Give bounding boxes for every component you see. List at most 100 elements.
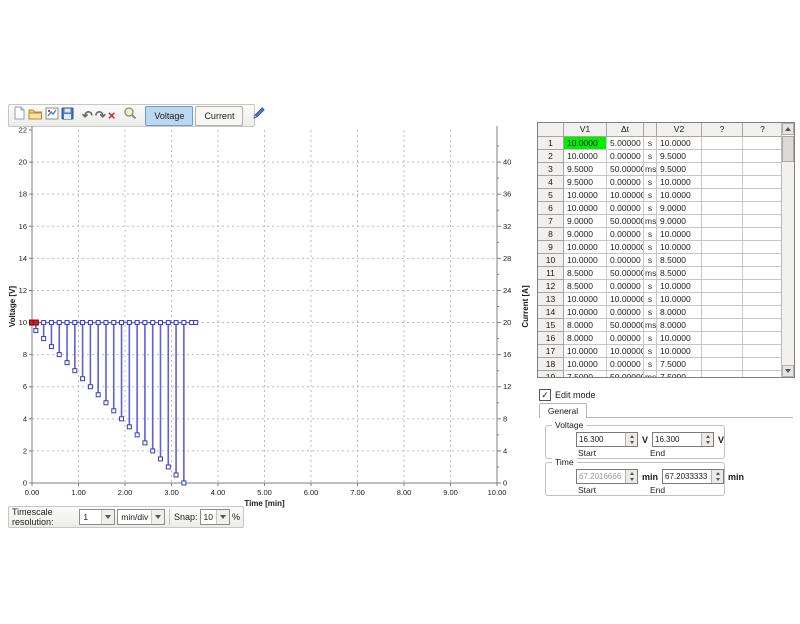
table-cell[interactable] [702, 332, 743, 345]
row-number[interactable]: 11 [538, 267, 564, 280]
spinner-arrows[interactable] [625, 433, 637, 446]
row-number[interactable]: 10 [538, 254, 564, 267]
table-cell[interactable]: 50.00000 [607, 215, 644, 228]
table-cell[interactable]: 10.0000 [657, 189, 702, 202]
table-cell[interactable]: 8.0000 [564, 319, 607, 332]
row-number[interactable]: 2 [538, 150, 564, 163]
table-cell[interactable]: 50.00000 [607, 371, 644, 378]
table-cell[interactable] [702, 202, 743, 215]
table-cell[interactable] [743, 215, 783, 228]
table-cell[interactable] [702, 176, 743, 189]
spinner-arrows[interactable] [711, 470, 723, 483]
table-cell[interactable]: 9.5000 [657, 163, 702, 176]
table-cell[interactable] [702, 254, 743, 267]
table-cell[interactable]: 0.00000 [607, 202, 644, 215]
table-cell[interactable]: s [644, 202, 657, 215]
table-cell[interactable] [702, 137, 743, 150]
table-cell[interactable]: 10.0000 [564, 358, 607, 371]
table-cell[interactable]: 10.0000 [564, 189, 607, 202]
scrollbar-thumb[interactable] [782, 136, 794, 162]
table-cell[interactable]: 10.0000 [657, 228, 702, 241]
table-cell[interactable] [743, 280, 783, 293]
row-number[interactable]: 19 [538, 371, 564, 378]
table-cell[interactable]: s [644, 306, 657, 319]
table-cell[interactable]: ms [644, 267, 657, 280]
table-cell[interactable]: 9.0000 [657, 202, 702, 215]
row-number[interactable]: 7 [538, 215, 564, 228]
table-cell[interactable]: 8.0000 [657, 319, 702, 332]
table-cell[interactable]: s [644, 345, 657, 358]
table-cell[interactable]: s [644, 280, 657, 293]
voltage-waveform-chart[interactable]: 024681012141618202204812162024283236400.… [8, 118, 536, 510]
resolution-unit-select[interactable]: min/div [117, 509, 165, 525]
table-cell[interactable] [702, 280, 743, 293]
column-header[interactable] [538, 123, 564, 137]
table-cell[interactable] [743, 228, 783, 241]
table-cell[interactable]: 9.5000 [564, 176, 607, 189]
table-cell[interactable]: 8.5000 [564, 280, 607, 293]
table-cell[interactable] [743, 241, 783, 254]
table-cell[interactable]: 9.0000 [564, 215, 607, 228]
table-cell[interactable]: 10.0000 [657, 137, 702, 150]
table-cell[interactable]: 7.5000 [657, 371, 702, 378]
table-cell[interactable]: 0.00000 [607, 306, 644, 319]
resolution-select[interactable]: 1 [79, 509, 115, 525]
table-cell[interactable]: 5.00000 [607, 137, 644, 150]
table-cell[interactable] [702, 319, 743, 332]
time-end-spinner[interactable]: 67.2033333 [662, 469, 724, 484]
row-number[interactable]: 15 [538, 319, 564, 332]
table-cell[interactable]: 10.0000 [657, 345, 702, 358]
table-cell[interactable] [743, 137, 783, 150]
table-scrollbar[interactable] [781, 123, 794, 377]
table-cell[interactable]: 0.00000 [607, 254, 644, 267]
table-cell[interactable] [702, 306, 743, 319]
table-cell[interactable]: 8.5000 [564, 267, 607, 280]
column-header[interactable]: V1 [564, 123, 607, 137]
column-header[interactable]: ? [743, 123, 783, 137]
table-cell[interactable] [743, 267, 783, 280]
table-cell[interactable]: 10.00000 [607, 189, 644, 202]
table-cell[interactable]: 9.0000 [564, 228, 607, 241]
column-header[interactable]: Δt [607, 123, 644, 137]
snap-select[interactable]: 10 [200, 509, 230, 525]
table-cell[interactable] [743, 202, 783, 215]
table-cell[interactable] [743, 306, 783, 319]
row-number[interactable]: 16 [538, 332, 564, 345]
voltage-start-spinner[interactable]: 16.300 [576, 432, 638, 447]
table-cell[interactable]: s [644, 332, 657, 345]
spinner-arrows[interactable] [701, 433, 713, 446]
table-cell[interactable]: 10.0000 [564, 306, 607, 319]
row-number[interactable]: 14 [538, 306, 564, 319]
table-cell[interactable]: 10.0000 [564, 137, 607, 150]
table-cell[interactable]: 8.5000 [657, 267, 702, 280]
column-header[interactable]: ? [702, 123, 743, 137]
table-cell[interactable]: 10.0000 [657, 280, 702, 293]
table-cell[interactable]: ms [644, 319, 657, 332]
row-number[interactable]: 4 [538, 176, 564, 189]
table-cell[interactable]: 10.0000 [564, 150, 607, 163]
table-cell[interactable]: 10.0000 [657, 241, 702, 254]
table-cell[interactable] [743, 189, 783, 202]
table-cell[interactable]: 50.00000 [607, 267, 644, 280]
table-cell[interactable]: 0.00000 [607, 332, 644, 345]
table-cell[interactable]: 9.0000 [657, 215, 702, 228]
table-cell[interactable]: 10.0000 [657, 176, 702, 189]
table-cell[interactable]: 9.5000 [564, 163, 607, 176]
table-cell[interactable] [702, 371, 743, 378]
table-cell[interactable]: 0.00000 [607, 358, 644, 371]
table-cell[interactable]: 10.0000 [657, 332, 702, 345]
column-header[interactable] [644, 123, 657, 137]
table-cell[interactable]: 10.0000 [564, 254, 607, 267]
table-cell[interactable]: 10.00000 [607, 293, 644, 306]
table-cell[interactable] [743, 371, 783, 378]
row-number[interactable]: 12 [538, 280, 564, 293]
table-cell[interactable] [702, 241, 743, 254]
table-cell[interactable]: 50.00000 [607, 163, 644, 176]
table-cell[interactable]: 10.0000 [564, 202, 607, 215]
row-number[interactable]: 8 [538, 228, 564, 241]
table-cell[interactable] [702, 358, 743, 371]
table-cell[interactable]: 0.00000 [607, 176, 644, 189]
table-cell[interactable] [702, 163, 743, 176]
table-cell[interactable]: s [644, 358, 657, 371]
table-cell[interactable]: 8.5000 [657, 254, 702, 267]
